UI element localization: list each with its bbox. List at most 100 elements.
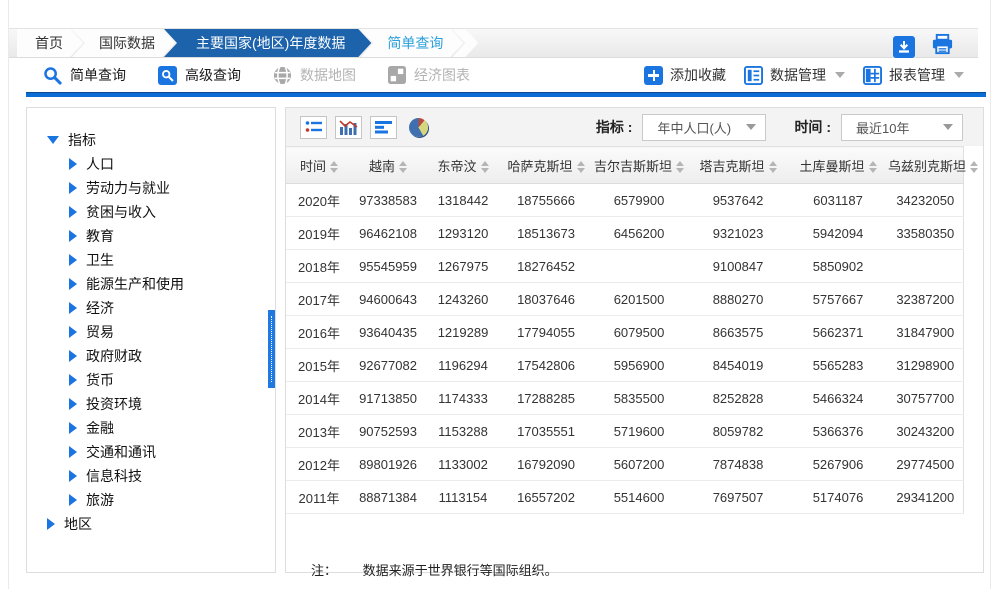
tree-item[interactable]: 贸易 [27,320,275,344]
table-cell: 30757700 [888,382,963,415]
expand-icon[interactable] [69,278,77,290]
column-header[interactable]: 时间 [286,147,352,184]
footnote-label: 注： [311,563,337,578]
expand-icon[interactable] [69,446,77,458]
sort-icon[interactable] [869,161,877,173]
hbar-chart-view-icon[interactable] [370,116,397,139]
tree-root-indicators[interactable]: 指标 [27,128,275,152]
tree-item[interactable]: 卫生 [27,248,275,272]
sort-icon[interactable] [577,161,585,173]
expand-icon[interactable] [69,254,77,266]
table-grid-icon [863,66,882,85]
simple-query-button[interactable]: 简单查询 [43,65,126,85]
column-header[interactable]: 越南 [352,147,424,184]
tree-root-region[interactable]: 地区 [27,512,275,536]
sort-icon[interactable] [481,161,489,173]
expand-icon[interactable] [69,182,77,194]
download-icon[interactable] [893,36,915,58]
expand-icon[interactable] [69,398,77,410]
list-icon [744,66,763,85]
table-row[interactable]: 2012年89801926113300216792090560720078748… [286,448,963,481]
expand-icon[interactable] [69,470,77,482]
expand-icon[interactable] [69,326,77,338]
table-cell: 29341200 [888,481,963,514]
content-area: 指标 人口劳动力与就业贫困与收入教育卫生能源生产和使用经济贸易政府财政货币投资环… [9,97,990,573]
chevron-down-icon [954,72,964,78]
tree-item[interactable]: 交通和通讯 [27,440,275,464]
table-row[interactable]: 2015年92677082119629417542806595690084540… [286,349,963,382]
table-header-row: 时间 越南东帝汶哈萨克斯坦吉尔吉斯斯坦塔吉克斯坦土库曼斯坦乌兹别克斯坦 [286,147,963,184]
breadcrumb-simple-query[interactable]: 简单查询 [360,29,463,57]
tree-item[interactable]: 能源生产和使用 [27,272,275,296]
table-row[interactable]: 2011年88871384111315416557202551460076975… [286,481,963,514]
collapse-icon[interactable] [47,136,59,144]
table-cell: 5565283 [788,349,888,382]
sidebar-scrollbar-thumb[interactable] [268,310,275,388]
column-header[interactable]: 哈萨克斯坦 [502,147,590,184]
column-header[interactable]: 土库曼斯坦 [788,147,888,184]
tree-item[interactable]: 信息科技 [27,464,275,488]
column-header-label: 时间 [300,159,326,174]
tree-item[interactable]: 投资环境 [27,392,275,416]
expand-icon[interactable] [69,350,77,362]
tree-item[interactable]: 贫困与收入 [27,200,275,224]
tree-item[interactable]: 金融 [27,416,275,440]
sort-icon[interactable] [399,161,407,173]
tree-item[interactable]: 劳动力与就业 [27,176,275,200]
table-row[interactable]: 2016年93640435121928917794055607950086635… [286,316,963,349]
table-cell: 96462108 [352,217,424,250]
tree-item[interactable]: 旅游 [27,488,275,512]
advanced-query-button[interactable]: 高级查询 [158,65,241,85]
table-view-icon[interactable] [300,116,327,139]
sort-icon[interactable] [676,161,684,173]
sort-icon[interactable] [970,161,978,173]
print-icon[interactable] [931,33,954,61]
add-favorite-button[interactable]: 添加收藏 [644,65,726,85]
pie-chart-view-icon[interactable] [405,116,432,139]
tree-item[interactable]: 货币 [27,368,275,392]
table-cell: 92677082 [352,349,424,382]
indicator-select[interactable]: 年中人口(人) [642,114,766,141]
table-cell: 34232050 [888,184,963,217]
tree-item[interactable]: 经济 [27,296,275,320]
table-row[interactable]: 2019年96462108129312018513673645620093210… [286,217,963,250]
breadcrumb-annual-data-active[interactable]: 主要国家(地区)年度数据 [164,29,371,57]
table-cell: 5942094 [788,217,888,250]
data-management-menu[interactable]: 数据管理 [744,65,845,85]
time-select[interactable]: 最近10年 [841,114,963,141]
sort-icon[interactable] [769,161,777,173]
expand-icon[interactable] [69,374,77,386]
sort-icon[interactable] [330,161,338,173]
table-row[interactable]: 2017年94600643124326018037646620150088802… [286,283,963,316]
economic-charts-label: 经济图表 [414,65,470,85]
table-row[interactable]: 2013年90752593115328817035551571960080597… [286,415,963,448]
plus-icon [644,66,663,85]
expand-icon[interactable] [69,494,77,506]
table-cell: 8059782 [688,415,788,448]
table-row[interactable]: 2018年95545959126797518276452910084758509… [286,250,963,283]
table-cell: 1174333 [424,382,502,415]
expand-icon[interactable] [69,302,77,314]
expand-icon[interactable] [69,206,77,218]
column-header[interactable]: 塔吉克斯坦 [688,147,788,184]
breadcrumb-home[interactable]: 首页 [17,29,83,57]
tree-item[interactable]: 教育 [27,224,275,248]
bar-chart-view-icon[interactable] [335,116,362,139]
table-cell: 1243260 [424,283,502,316]
report-management-menu[interactable]: 报表管理 [863,65,964,85]
expand-icon[interactable] [47,518,55,530]
column-header[interactable]: 吉尔吉斯斯坦 [590,147,688,184]
expand-icon[interactable] [69,158,77,170]
column-header[interactable]: 东帝汶 [424,147,502,184]
tree-item[interactable]: 人口 [27,152,275,176]
chart-grid-icon [388,66,406,84]
table-row[interactable]: 2014年91713850117433317288285583550082528… [286,382,963,415]
breadcrumb-international-data[interactable]: 国际数据 [72,29,175,57]
tree-item[interactable]: 政府财政 [27,344,275,368]
expand-icon[interactable] [69,230,77,242]
table-row[interactable]: 2020年97338583131844218755666657990095376… [286,184,963,217]
expand-icon[interactable] [69,422,77,434]
indicator-select-value: 年中人口(人) [657,118,731,137]
column-header[interactable]: 乌兹别克斯坦 [888,147,963,184]
table-cell: 17288285 [502,382,590,415]
